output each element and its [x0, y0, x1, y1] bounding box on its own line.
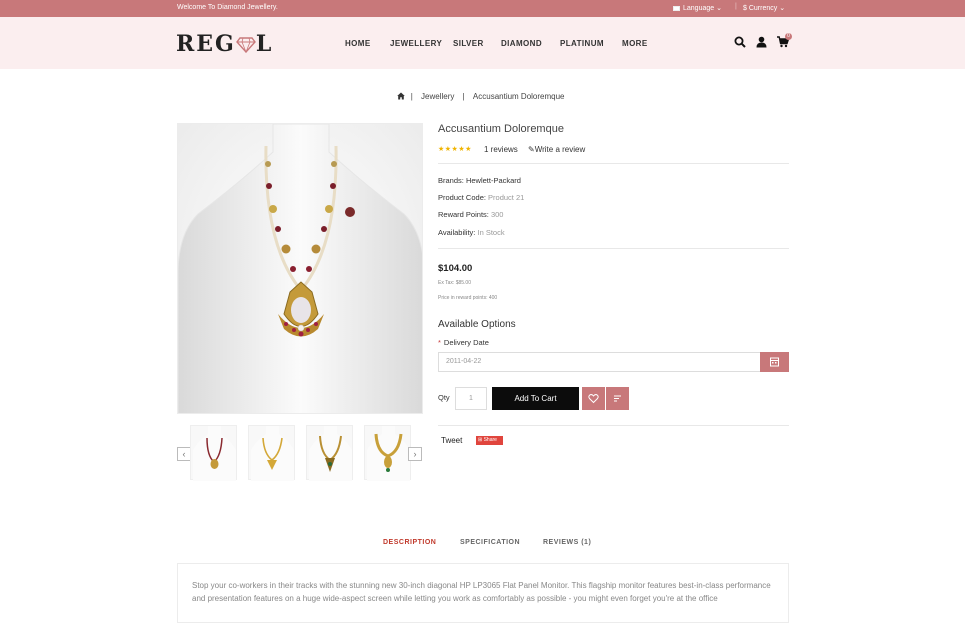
reviews-link[interactable]: 1 reviews: [484, 145, 518, 154]
necklace-bust-image: [178, 124, 422, 413]
calendar-icon: [770, 357, 779, 367]
nav-jewellery[interactable]: JEWELLERY: [390, 39, 442, 48]
flag-icon: [673, 5, 680, 11]
divider: [438, 163, 789, 164]
currency-dropdown[interactable]: $ Currency ⌄: [743, 4, 785, 12]
delivery-date-text: Delivery Date: [443, 338, 489, 347]
brand-value[interactable]: Hewlett-Packard: [466, 176, 521, 185]
reward-points-value: 300: [490, 210, 504, 219]
qty-label: Qty: [438, 393, 450, 402]
breadcrumb-separator: |: [410, 92, 413, 101]
cart-count-badge: 0: [785, 33, 792, 40]
heart-icon: [588, 394, 599, 404]
chevron-down-icon: ⌄: [779, 5, 786, 12]
thumb-next-button[interactable]: ›: [408, 447, 422, 461]
breadcrumb-current[interactable]: Accusantium Doloremque: [473, 92, 565, 101]
rating-stars: ★★★★★: [438, 146, 472, 153]
thumb-prev-button[interactable]: ‹: [177, 447, 191, 461]
top-bar: Welcome To Diamond Jewellery. Language ⌄…: [0, 0, 965, 17]
logo-text-right: L: [255, 31, 274, 57]
compare-icon: [614, 395, 621, 402]
tab-description[interactable]: DESCRIPTION: [383, 539, 436, 546]
write-review-link[interactable]: ✎Write a review: [528, 145, 585, 154]
add-to-cart-button[interactable]: Add To Cart: [492, 387, 579, 410]
welcome-text: Welcome To Diamond Jewellery.: [177, 4, 278, 11]
language-dropdown[interactable]: Language ⌄: [673, 4, 722, 12]
language-label: Language: [683, 5, 715, 12]
thumbnail-4[interactable]: [364, 425, 411, 481]
product-title: Accusantium Doloremque: [438, 123, 564, 135]
divider: |: [735, 3, 737, 10]
ex-tax-text: Ex Tax: $85.00: [438, 280, 471, 286]
product-code-label: Product Code:: [438, 193, 486, 202]
reward-points-row: Reward Points: 300: [438, 210, 503, 219]
divider: [438, 425, 789, 426]
availability-value: In Stock: [477, 228, 505, 237]
share-button[interactable]: ⊞ Share: [476, 436, 503, 445]
pencil-icon: ✎: [528, 145, 535, 154]
main-header: REG L HOME JEWELLERY SILVER DIAMOND PLATI…: [0, 17, 965, 69]
calendar-button[interactable]: [760, 352, 789, 372]
currency-label: $ Currency: [743, 5, 778, 12]
delivery-date-input[interactable]: 2011-04-22: [438, 352, 761, 372]
breadcrumb-jewellery[interactable]: Jewellery: [421, 92, 454, 101]
delivery-date-label: * Delivery Date: [438, 338, 489, 347]
brand-label: Brands:: [438, 176, 464, 185]
tab-specification[interactable]: SPECIFICATION: [460, 539, 520, 546]
product-code-row: Product Code: Product 21: [438, 193, 524, 202]
tweet-button[interactable]: Tweet: [441, 436, 462, 445]
product-code-value: Product 21: [488, 193, 525, 202]
search-icon[interactable]: [734, 36, 746, 48]
reward-points-label: Reward Points:: [438, 210, 489, 219]
logo[interactable]: REG L: [176, 31, 273, 57]
required-marker: *: [438, 338, 441, 347]
nav-platinum[interactable]: PLATINUM: [560, 39, 604, 48]
nav-more[interactable]: MORE: [622, 39, 648, 48]
share-label: Share: [483, 437, 497, 443]
wishlist-button[interactable]: [582, 387, 605, 410]
quantity-input[interactable]: 1: [455, 387, 487, 410]
thumbnail-1[interactable]: [190, 425, 237, 481]
breadcrumb-separator: |: [462, 92, 465, 101]
user-icon[interactable]: [756, 36, 767, 48]
description-text: Stop your co-workers in their tracks wit…: [192, 581, 771, 603]
thumbnail-3[interactable]: [306, 425, 353, 481]
logo-text-left: REG: [176, 31, 236, 57]
brand-row: Brands: Hewlett-Packard: [438, 176, 521, 185]
nav-silver[interactable]: SILVER: [453, 39, 484, 48]
breadcrumb: | Jewellery | Accusantium Doloremque: [0, 92, 965, 101]
reward-price-text: Price in reward points: 400: [438, 295, 498, 301]
available-options-heading: Available Options: [438, 319, 516, 330]
nav-diamond[interactable]: DIAMOND: [501, 39, 542, 48]
plus-icon: ⊞: [478, 437, 483, 443]
thumbnail-2[interactable]: [248, 425, 295, 481]
chevron-down-icon: ⌄: [716, 5, 722, 12]
diamond-icon: [235, 37, 256, 53]
nav-home[interactable]: HOME: [345, 39, 371, 48]
tab-reviews[interactable]: REVIEWS (1): [543, 539, 591, 546]
availability-label: Availability:: [438, 228, 476, 237]
availability-row: Availability: In Stock: [438, 228, 505, 237]
write-review-label: Write a review: [534, 145, 586, 154]
compare-button[interactable]: [606, 387, 629, 410]
product-main-image[interactable]: [177, 123, 423, 414]
home-icon[interactable]: [397, 92, 406, 100]
divider: [438, 248, 789, 249]
product-price: $104.00: [438, 263, 473, 274]
